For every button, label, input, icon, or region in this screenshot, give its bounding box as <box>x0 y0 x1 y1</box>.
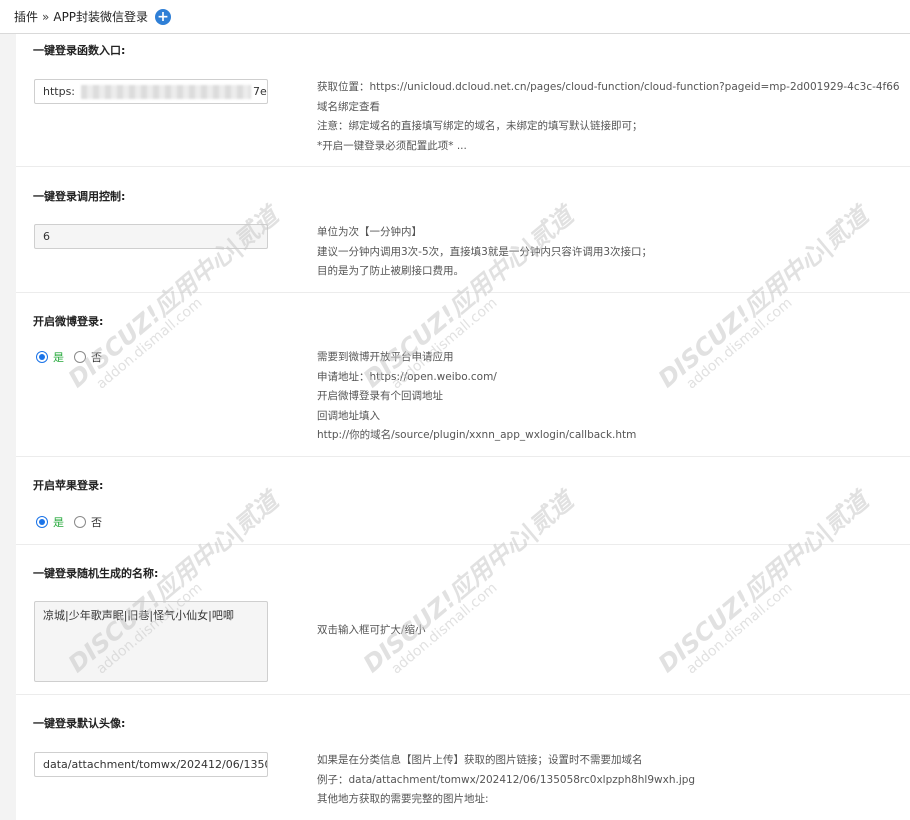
section-rate: 一键登录调用控制: 6 单位为次【一分钟内】 建议一分钟内调用3次-5次，直接填… <box>16 167 910 293</box>
section-title: 开启苹果登录: <box>33 479 104 492</box>
section-weibo: 开启微博登录: 是 否 需要到微博开放平台申请应用 申请地址：https://o… <box>16 293 910 457</box>
breadcrumb-plugin-link[interactable]: 插件 <box>14 8 38 25</box>
left-gutter <box>0 34 16 820</box>
apple-yes-label[interactable]: 是 <box>53 514 64 530</box>
weibo-radio-group: 是 否 <box>36 349 102 365</box>
section-title: 一键登录函数入口: <box>33 44 126 57</box>
names-textarea[interactable]: 凉城|少年歌声眠|旧巷|怪气小仙女|吧唧 <box>34 601 268 682</box>
desc-line: 其他地方获取的需要完整的图片地址: <box>317 793 489 805</box>
section-title: 一键登录默认头像: <box>33 717 126 730</box>
avatar-description: 如果是在分类信息【图片上传】获取的图片链接；设置时不需要加域名 例子：data/… <box>317 751 695 810</box>
section-title: 一键登录随机生成的名称: <box>33 567 159 580</box>
desc-line: 建议一分钟内调用3次-5次，直接填3就是一分钟内只容许调用3次接口； <box>317 245 653 258</box>
entry-description: 获取位置：https://unicloud.dcloud.net.cn/page… <box>317 78 900 156</box>
section-entry: 一键登录函数入口: https: 7e 获取位置：https://uniclou… <box>16 34 910 167</box>
desc-line: 回调地址填入 <box>317 409 380 422</box>
entry-url-input[interactable]: https: 7e <box>34 79 268 104</box>
settings-content: 一键登录函数入口: https: 7e 获取位置：https://uniclou… <box>16 34 910 820</box>
section-apple: 开启苹果登录: 是 否 <box>16 457 910 545</box>
section-names: 一键登录随机生成的名称: 凉城|少年歌声眠|旧巷|怪气小仙女|吧唧 双击输入框可… <box>16 545 910 695</box>
names-description: 双击输入框可扩大/缩小 <box>317 621 426 641</box>
desc-line: 如果是在分类信息【图片上传】获取的图片链接；设置时不需要加域名 <box>317 754 643 766</box>
rate-input[interactable]: 6 <box>34 224 268 249</box>
add-icon[interactable]: + <box>155 8 172 25</box>
redacted-mask <box>81 85 251 99</box>
weibo-yes-label[interactable]: 是 <box>53 349 64 365</box>
breadcrumb: 插件 » APP封装微信登录 + <box>14 8 172 25</box>
desc-line: 例子：data/attachment/tomwx/202412/06/13505… <box>317 773 696 786</box>
entry-url-tail: 7e <box>253 85 267 98</box>
apple-no-radio[interactable] <box>74 516 86 528</box>
desc-line: 需要到微博开放平台申请应用 <box>317 351 454 363</box>
desc-line: 域名绑定查看 <box>317 100 380 113</box>
breadcrumb-separator: » <box>42 9 50 24</box>
desc-line: 目的是为了防止被刷接口费用。 <box>317 265 464 277</box>
settings-page: 一键登录函数入口: https: 7e 获取位置：https://uniclou… <box>0 34 910 820</box>
breadcrumb-current: APP封装微信登录 <box>53 10 149 24</box>
weibo-description: 需要到微博开放平台申请应用 申请地址：https://open.weibo.co… <box>317 348 636 446</box>
desc-line: 获取位置：https://unicloud.dcloud.net.cn/page… <box>317 81 900 93</box>
section-title: 一键登录调用控制: <box>33 190 126 203</box>
weibo-no-radio[interactable] <box>74 351 86 363</box>
desc-line: 申请地址：https://open.weibo.com/ <box>317 370 497 383</box>
desc-line: http://你的域名/source/plugin/xxnn_app_wxlog… <box>317 429 637 441</box>
apple-yes-radio[interactable] <box>36 516 48 528</box>
section-title: 开启微博登录: <box>33 315 104 328</box>
apple-radio-group: 是 否 <box>36 514 102 530</box>
entry-url-prefix: https: <box>43 85 76 98</box>
rate-description: 单位为次【一分钟内】 建议一分钟内调用3次-5次，直接填3就是一分钟内只容许调用… <box>317 223 652 282</box>
weibo-no-label[interactable]: 否 <box>91 349 102 365</box>
desc-line: 单位为次【一分钟内】 <box>317 226 422 238</box>
desc-line: 双击输入框可扩大/缩小 <box>317 624 426 636</box>
section-avatar: 一键登录默认头像: data/attachment/tomwx/202412/0… <box>16 695 910 820</box>
desc-line: 注意：绑定域名的直接填写绑定的域名，未绑定的填写默认链接即可； <box>317 120 643 132</box>
apple-no-label[interactable]: 否 <box>91 514 102 530</box>
avatar-input[interactable]: data/attachment/tomwx/202412/06/135058rc <box>34 752 268 777</box>
top-bar: 插件 » APP封装微信登录 + <box>0 0 910 34</box>
desc-line: 开启微博登录有个回调地址 <box>317 390 443 402</box>
weibo-yes-radio[interactable] <box>36 351 48 363</box>
desc-line: *开启一键登录必须配置此项* ... <box>317 139 467 152</box>
